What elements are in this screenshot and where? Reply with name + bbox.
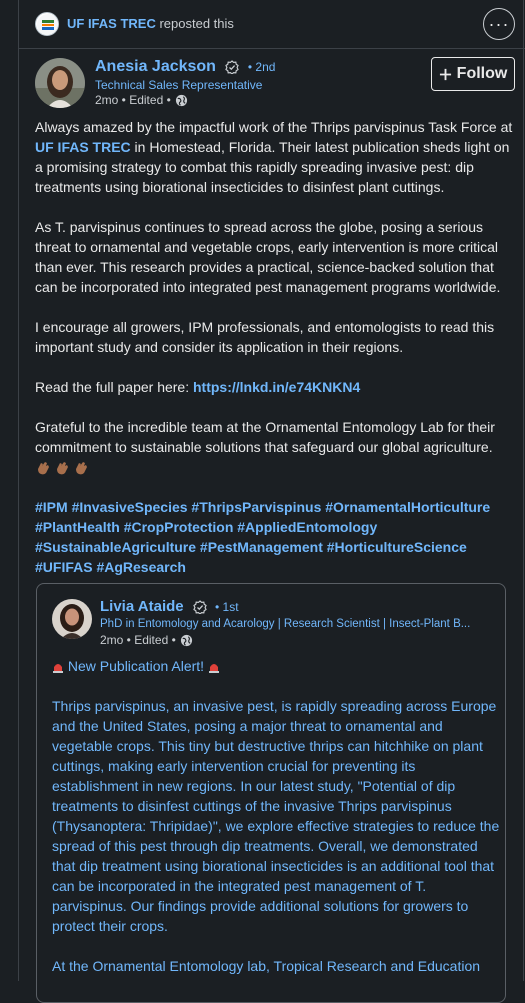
author-name-text[interactable]: Anesia Jackson xyxy=(95,58,216,75)
author-avatar[interactable] xyxy=(35,58,85,108)
follow-button[interactable]: Follow xyxy=(431,57,515,91)
clap-icon xyxy=(76,462,87,475)
alert-siren-icon xyxy=(208,664,219,674)
quoted-paragraph: Thrips parvispinus, an invasive pest, is… xyxy=(52,698,500,934)
alert-line: New Publication Alert! xyxy=(52,656,500,676)
quoted-author-headline: PhD in Entomology and Acarology | Resear… xyxy=(100,618,471,630)
post-paragraph: I encourage all growers, IPM professiona… xyxy=(35,319,495,355)
quoted-author-name[interactable]: Livia Ataide • 1st xyxy=(100,598,239,615)
alert-text: New Publication Alert! xyxy=(64,658,208,674)
post-body: Always amazed by the impactful work of t… xyxy=(35,117,513,597)
quoted-author-degree: • 1st xyxy=(214,600,239,614)
author-degree: • 2nd xyxy=(247,60,276,74)
verified-icon xyxy=(225,59,240,74)
more-icon: ··· xyxy=(488,13,510,34)
repost-header: UF IFAS TREC reposted this ··· xyxy=(19,0,525,49)
plus-icon xyxy=(439,68,451,80)
feed-post-card: UF IFAS TREC reposted this ··· Anesia Ja… xyxy=(18,0,525,1003)
repost-org-link[interactable]: UF IFAS TREC xyxy=(67,16,156,31)
quoted-author-name-text[interactable]: Livia Ataide xyxy=(100,598,184,615)
post-paragraph: Grateful to the incredible team at the O… xyxy=(35,417,513,477)
quoted-post-time: 2mo • Edited • xyxy=(100,633,193,647)
globe-icon xyxy=(175,94,187,106)
post-text: Grateful to the incredible team at the O… xyxy=(35,419,495,455)
author-headline: Technical Sales Representative xyxy=(95,78,263,92)
post-text: Always amazed by the impactful work of t… xyxy=(35,119,513,135)
post-paragraph: Always amazed by the impactful work of t… xyxy=(35,117,513,197)
follow-label: Follow xyxy=(456,65,508,82)
hashtags[interactable]: #IPM #InvasiveSpecies #ThripsParvispinus… xyxy=(35,497,513,577)
more-options-button[interactable]: ··· xyxy=(483,8,515,40)
quoted-post-body: New Publication Alert! Thrips parvispinu… xyxy=(52,656,500,996)
post-paragraph: Read the full paper here: https://lnkd.i… xyxy=(35,377,513,397)
repost-action: reposted this xyxy=(159,16,234,31)
org-logo-icon[interactable] xyxy=(35,12,59,36)
repost-text: UF IFAS TREC reposted this xyxy=(67,16,234,31)
post-time-text: 2mo • Edited • xyxy=(95,93,171,107)
clap-icon xyxy=(57,462,68,475)
author-name[interactable]: Anesia Jackson • 2nd xyxy=(95,58,275,76)
post-time: 2mo • Edited • xyxy=(95,93,188,107)
quoted-author-avatar[interactable] xyxy=(52,599,92,639)
globe-icon xyxy=(180,634,192,646)
verified-icon xyxy=(193,600,207,615)
org-mention-link[interactable]: UF IFAS TREC xyxy=(35,139,131,155)
post-paragraph: As T. parvispinus continues to spread ac… xyxy=(35,219,501,295)
alert-siren-icon xyxy=(53,664,63,674)
quoted-paragraph: At the Ornamental Entomology lab, Tropic… xyxy=(52,958,481,974)
clap-icon xyxy=(38,462,49,475)
post-text: Read the full paper here: xyxy=(35,379,193,395)
paper-link[interactable]: https://lnkd.in/e74KNKN4 xyxy=(193,379,360,395)
quoted-time-text: 2mo • Edited • xyxy=(100,633,176,647)
